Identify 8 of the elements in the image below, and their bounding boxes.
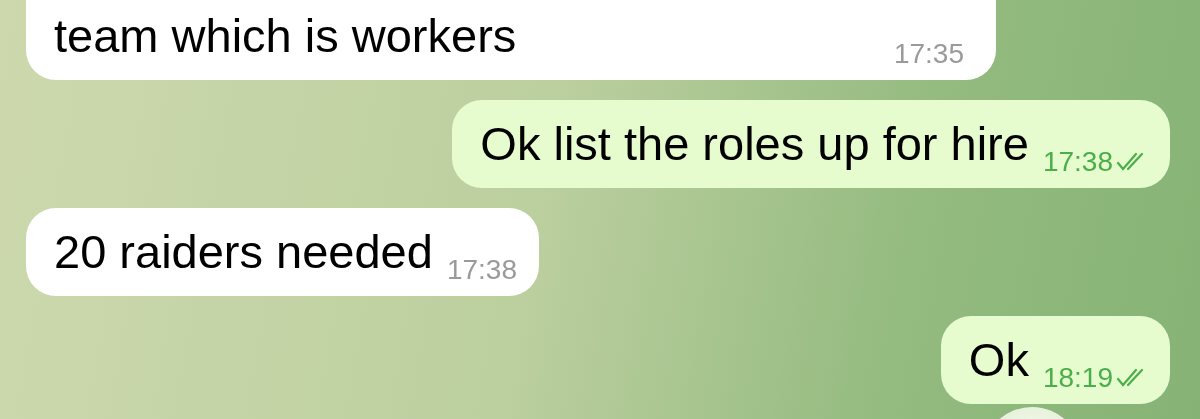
- message-time: 17:38: [1042, 146, 1113, 178]
- message-time: 17:38: [446, 254, 517, 286]
- message-text: Ok: [968, 332, 1029, 388]
- message-text: Ok list the roles up for hire: [480, 116, 1029, 172]
- message-time: 17:35: [893, 38, 964, 70]
- message-text: 20 raiders needed: [54, 224, 433, 280]
- message-time: 18:19: [1042, 362, 1113, 394]
- message-text: team which is workers: [54, 8, 517, 64]
